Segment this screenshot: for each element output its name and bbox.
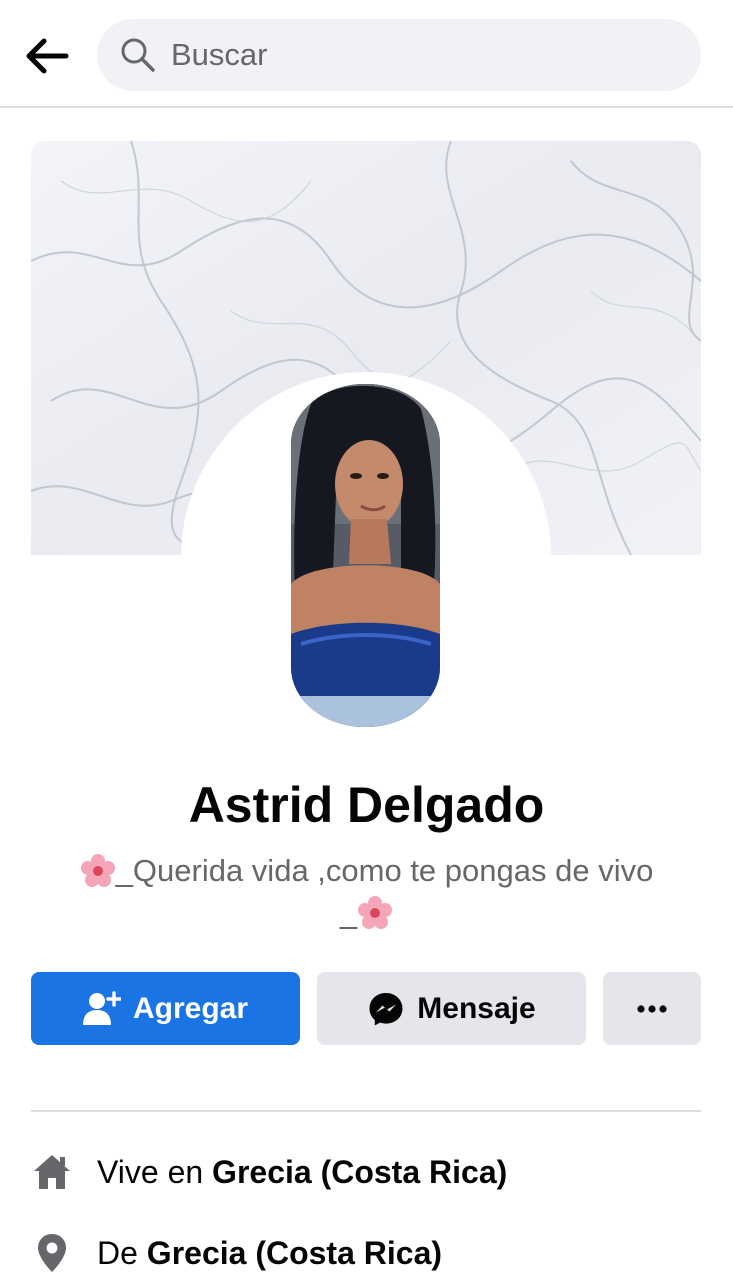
info-prefix: Vive en xyxy=(97,1153,204,1190)
more-options-icon xyxy=(637,1004,667,1013)
message-button[interactable]: Mensaje xyxy=(317,972,586,1045)
search-placeholder: Buscar xyxy=(171,37,268,72)
info-value: Grecia (Costa Rica) xyxy=(146,1234,443,1271)
info-prefix: De xyxy=(97,1234,138,1271)
bio-text-line1: _Querida vida ,como te pongas de vivo xyxy=(115,853,654,888)
message-label: Mensaje xyxy=(417,991,536,1025)
info-lives-in[interactable]: Vive en Grecia (Costa Rica) xyxy=(31,1149,507,1195)
bio-text-line2: _ xyxy=(339,895,358,930)
add-friend-button[interactable]: Agregar xyxy=(31,972,300,1045)
cherry-blossom-icon xyxy=(357,895,393,931)
info-value: Grecia (Costa Rica) xyxy=(212,1153,508,1190)
location-pin-icon xyxy=(31,1232,73,1274)
search-icon xyxy=(119,36,157,74)
profile-name: Astrid Delgado xyxy=(188,777,545,833)
top-bar: Buscar xyxy=(0,0,733,108)
arrow-left-icon xyxy=(26,38,69,74)
more-options-button[interactable] xyxy=(603,972,701,1045)
back-button[interactable] xyxy=(20,30,72,82)
section-divider xyxy=(31,1110,701,1112)
messenger-icon xyxy=(367,990,405,1028)
home-icon xyxy=(31,1151,73,1193)
add-friend-icon xyxy=(82,990,121,1028)
cherry-blossom-icon xyxy=(80,853,116,889)
search-bar[interactable]: Buscar xyxy=(97,19,701,91)
add-friend-label: Agregar xyxy=(132,991,249,1025)
avatar[interactable] xyxy=(291,384,440,727)
info-from[interactable]: De Grecia (Costa Rica) xyxy=(31,1230,442,1276)
profile-bio: _Querida vida ,como te pongas de vivo _ xyxy=(60,850,673,934)
